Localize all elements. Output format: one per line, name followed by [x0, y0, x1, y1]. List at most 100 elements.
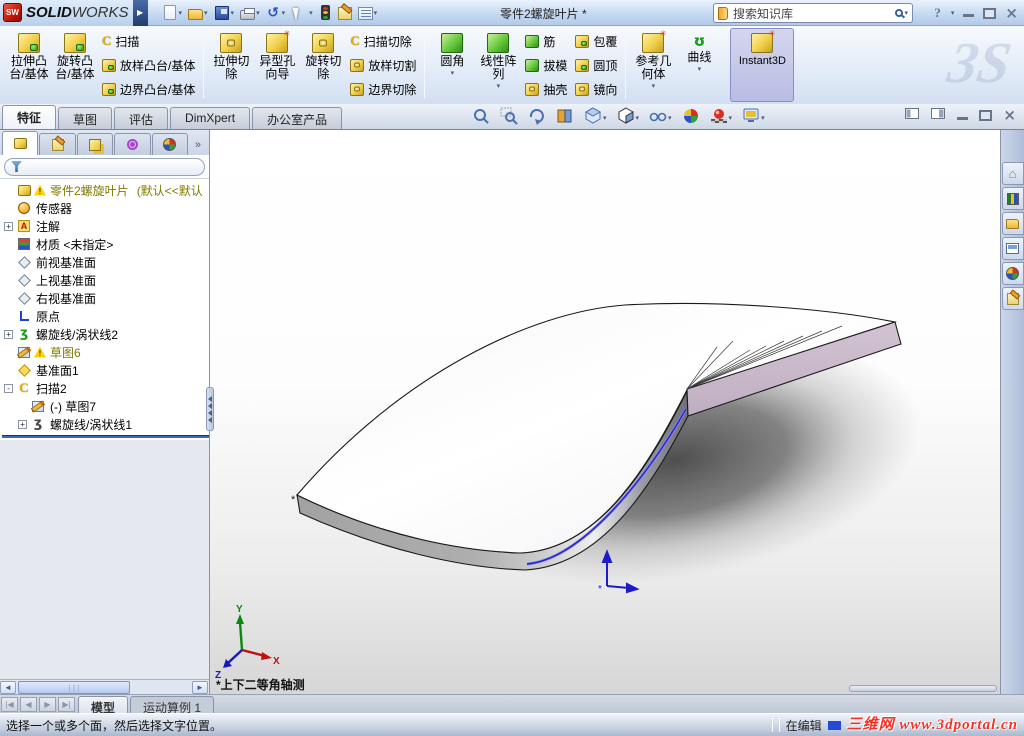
- tree-item[interactable]: 前视基准面: [2, 253, 209, 271]
- help-button[interactable]: ?: [934, 6, 941, 20]
- boundary-button[interactable]: 边界凸台/基体: [102, 80, 195, 98]
- open-caret[interactable]: ▾: [204, 9, 208, 17]
- tree-item[interactable]: - C 扫描2: [2, 379, 209, 397]
- panel-tab-displaymanager[interactable]: [151, 133, 188, 155]
- apply-scene-caret[interactable]: ▾: [729, 114, 733, 122]
- panel-splitter-handle[interactable]: [206, 387, 214, 431]
- panel-horizontal-scrollbar[interactable]: ◄ ||| ►: [0, 679, 209, 694]
- study-nav-0[interactable]: |◀: [1, 697, 18, 712]
- panel-tab-configurationmanager[interactable]: [76, 133, 114, 155]
- draft-button[interactable]: 拔模: [525, 56, 567, 74]
- knowledge-search-box[interactable]: 搜索知识库 ▾: [713, 3, 913, 23]
- tree-item[interactable]: + ʒ 螺旋线/涡状线1: [2, 415, 209, 433]
- bottom-tab-模型[interactable]: 模型: [78, 696, 129, 715]
- reference-geometry-button[interactable]: ✳ 参考几何体 ▾: [630, 28, 676, 102]
- design-checker-button[interactable]: ▾: [356, 2, 380, 24]
- save-button[interactable]: ▾: [212, 2, 237, 24]
- study-nav-1[interactable]: ◀: [20, 697, 37, 712]
- tree-item[interactable]: 传感器: [2, 199, 209, 217]
- tree-item[interactable]: (-) 草图7: [2, 397, 209, 415]
- undo-button[interactable]: ↺ ▾: [264, 2, 288, 24]
- view-settings-caret[interactable]: ▾: [761, 114, 765, 122]
- doc-minimize-button[interactable]: [957, 116, 969, 120]
- mirror-button[interactable]: 镜向: [575, 80, 617, 98]
- cut-loft-button[interactable]: 放样切割: [350, 56, 416, 74]
- doc-restore-button[interactable]: [979, 110, 993, 121]
- open-button[interactable]: ▾: [186, 2, 210, 24]
- tree-item[interactable]: 上视基准面: [2, 271, 209, 289]
- view-palette-button[interactable]: [1001, 237, 1024, 260]
- edit-appearance-button[interactable]: [680, 106, 702, 129]
- scroll-thumb[interactable]: |||: [18, 680, 130, 694]
- design-checker-caret[interactable]: ▾: [374, 9, 378, 17]
- menu-flyout-button[interactable]: ▶: [132, 0, 148, 26]
- tree-expand-toggle[interactable]: +: [4, 329, 13, 339]
- zoom-fit-button[interactable]: [470, 106, 492, 129]
- shell-button[interactable]: 抽壳: [525, 80, 567, 98]
- rotate-view-button[interactable]: [526, 106, 548, 129]
- print-button[interactable]: ▾: [238, 2, 262, 24]
- view-orientation-button[interactable]: ▾: [582, 106, 609, 129]
- hide-show-items-caret[interactable]: ▾: [668, 114, 672, 122]
- dome-button[interactable]: 圆顶: [575, 56, 617, 74]
- cut-extrude-button[interactable]: 拉伸切除: [208, 28, 254, 102]
- reference-geometry-flyout-caret[interactable]: ▾: [652, 82, 656, 90]
- tree-expand-toggle[interactable]: +: [18, 419, 27, 429]
- tree-item[interactable]: 原点: [2, 307, 209, 325]
- doc-pane-right-button[interactable]: [931, 108, 946, 123]
- doc-close-button[interactable]: ×: [1003, 108, 1016, 123]
- tree-expand-toggle[interactable]: -: [4, 383, 13, 393]
- curves-button[interactable]: ʊ 曲线 ▾: [676, 28, 722, 102]
- filter-input[interactable]: [4, 157, 205, 176]
- wrap-button[interactable]: 包覆: [575, 32, 617, 50]
- search-icon[interactable]: [895, 9, 904, 17]
- tree-item[interactable]: ! 草图6: [2, 343, 209, 361]
- tree-expand-toggle[interactable]: +: [4, 221, 13, 231]
- scroll-left-button[interactable]: ◄: [0, 680, 16, 694]
- design-library-button[interactable]: [1001, 187, 1024, 210]
- linear-pattern-flyout-caret[interactable]: ▾: [497, 82, 501, 90]
- bottom-tab-运动算例 1[interactable]: 运动算例 1: [130, 696, 215, 715]
- appearances-button[interactable]: [1001, 262, 1024, 285]
- tab-草图[interactable]: 草图: [58, 107, 113, 129]
- view-orientation-caret[interactable]: ▾: [603, 114, 607, 122]
- tab-评估[interactable]: 评估: [114, 107, 169, 129]
- curves-flyout-caret[interactable]: ▾: [698, 65, 702, 73]
- tree-item[interactable]: + ʒ 螺旋线/涡状线2: [2, 325, 209, 343]
- sweep-button[interactable]: C 扫描: [102, 32, 195, 50]
- rollback-bar[interactable]: [2, 435, 209, 438]
- undo-caret[interactable]: ▾: [282, 9, 286, 17]
- help-caret[interactable]: ▾: [951, 9, 955, 17]
- cut-sweep-button[interactable]: C 扫描切除: [350, 32, 416, 50]
- view-settings-button[interactable]: ▾: [740, 106, 767, 129]
- display-style-button[interactable]: ▾: [615, 106, 642, 129]
- file-explorer-button[interactable]: [1001, 212, 1024, 235]
- boss-revolve-button[interactable]: 旋转凸台/基体: [52, 28, 98, 102]
- tree-item[interactable]: 材质 <未指定>: [2, 235, 209, 253]
- tab-DimXpert[interactable]: DimXpert: [170, 107, 251, 129]
- scroll-right-button[interactable]: ►: [192, 680, 208, 694]
- study-nav-2[interactable]: ▶: [39, 697, 56, 712]
- cut-boundary-button[interactable]: 边界切除: [350, 80, 416, 98]
- instant3d-button[interactable]: ✳ Instant3D: [730, 28, 795, 102]
- new-button[interactable]: ▾: [160, 2, 185, 24]
- select-button[interactable]: ▾: [289, 2, 315, 24]
- tree-item[interactable]: 右视基准面: [2, 289, 209, 307]
- display-style-caret[interactable]: ▾: [636, 114, 640, 122]
- hide-show-items-button[interactable]: ▾: [647, 106, 674, 129]
- model-canvas[interactable]: * * Y X Z: [210, 130, 1000, 694]
- custom-properties-button[interactable]: [1001, 287, 1024, 310]
- linear-pattern-button[interactable]: 线性阵列 ▾: [475, 28, 521, 102]
- tab-特征[interactable]: 特征: [2, 105, 57, 129]
- zoom-area-button[interactable]: [498, 106, 520, 129]
- print-caret[interactable]: ▾: [256, 9, 260, 17]
- hole-wizard-button[interactable]: ✳ 异型孔向导: [254, 28, 300, 102]
- tree-item[interactable]: ! 零件2螺旋叶片 (默认<<默认: [2, 181, 209, 199]
- panel-tabs-overflow-button[interactable]: »: [189, 139, 207, 155]
- panel-tab-propertymanager[interactable]: [39, 133, 76, 155]
- select-caret[interactable]: ▾: [309, 9, 313, 17]
- fillet-button[interactable]: 圆角 ▾: [429, 28, 475, 102]
- viewport-scrollbar[interactable]: [849, 685, 997, 692]
- doc-pane-left-button[interactable]: [905, 108, 920, 123]
- fillet-flyout-caret[interactable]: ▾: [451, 69, 455, 77]
